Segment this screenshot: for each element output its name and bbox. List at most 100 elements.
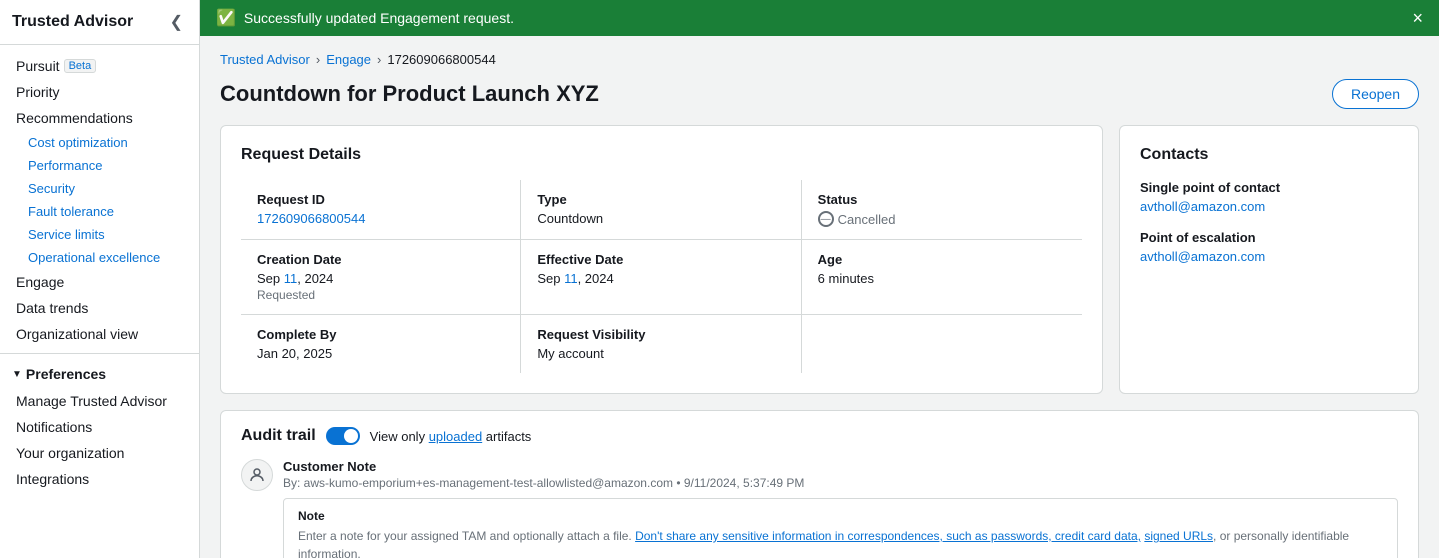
age-label: Age [818,252,1066,267]
sidebar-item-integrations[interactable]: Integrations [0,466,199,492]
effective-date-label: Effective Date [537,252,784,267]
content-area: Trusted Advisor › Engage › 1726090668005… [200,36,1439,558]
page-title: Countdown for Product Launch XYZ [220,81,599,107]
detail-effective-date: Effective Date Sep 11, 2024 [521,240,801,314]
audit-header: Audit trail View only uploaded artifacts [241,427,1398,445]
sidebar-item-performance[interactable]: Performance [0,154,199,177]
request-details-card: Request Details Request ID 1726090668005… [220,125,1103,394]
breadcrumb-trusted-advisor[interactable]: Trusted Advisor [220,52,310,67]
creation-date-value: Sep 11, 2024 [257,271,504,286]
audit-content: Customer Note By: aws-kumo-emporium+es-m… [283,459,1398,558]
contact-escalation-label: Point of escalation [1140,230,1398,245]
detail-status: Status — Cancelled [802,180,1082,239]
sidebar-collapse-button[interactable]: ❮ [166,10,187,34]
creation-date-link[interactable]: 11 [284,271,298,286]
request-id-value: 172609066800544 [257,211,504,226]
sensitive-info-link[interactable]: Don't share any sensitive information in… [635,529,1141,543]
cards-row: Request Details Request ID 1726090668005… [220,125,1419,394]
note-box: Note Enter a note for your assigned TAM … [283,498,1398,558]
sidebar-item-label-your-org: Your organization [16,445,124,461]
sidebar-item-your-organization[interactable]: Your organization [0,440,199,466]
sidebar-item-data-trends[interactable]: Data trends [0,295,199,321]
sidebar-item-manage-trusted-advisor[interactable]: Manage Trusted Advisor [0,388,199,414]
sidebar-title: Trusted Advisor [12,13,133,31]
sidebar-item-priority[interactable]: Priority [0,79,199,105]
contact-escalation-email[interactable]: avtholl@amazon.com [1140,249,1398,264]
contact-single-label: Single point of contact [1140,180,1398,195]
detail-empty [802,315,1082,373]
sidebar-item-label-priority: Priority [16,84,60,100]
breadcrumb-sep-1: › [316,52,320,67]
effective-date-value: Sep 11, 2024 [537,271,784,286]
toggle-knob [344,429,358,443]
age-value: 6 minutes [818,271,1066,286]
type-value: Countdown [537,211,784,226]
banner-message: Successfully updated Engagement request. [244,10,514,26]
sidebar-item-security[interactable]: Security [0,177,199,200]
detail-type: Type Countdown [521,180,801,239]
request-id-label: Request ID [257,192,504,207]
sidebar-divider [0,353,199,354]
chevron-down-icon: ▼ [12,369,22,380]
details-row-3: Complete By Jan 20, 2025 Request Visibil… [241,315,1082,373]
breadcrumb-sep-2: › [377,52,381,67]
audit-filter-text: View only uploaded artifacts [370,429,532,444]
sidebar-header: Trusted Advisor ❮ [0,0,199,45]
sidebar-item-label-organizational-view: Organizational view [16,326,138,342]
request-details-title: Request Details [241,146,1082,164]
sidebar-preferences-label: Preferences [26,366,106,382]
pursuit-badge: Beta [64,59,97,73]
audit-note-title: Customer Note [283,459,1398,474]
complete-by-label: Complete By [257,327,504,342]
sidebar-item-cost-optimization[interactable]: Cost optimization [0,131,199,154]
status-text: Cancelled [838,212,896,227]
sidebar-item-fault-tolerance[interactable]: Fault tolerance [0,200,199,223]
sidebar-item-label-data-trends: Data trends [16,300,88,316]
request-visibility-value: My account [537,346,784,361]
signed-urls-link[interactable]: signed URLs [1144,529,1213,543]
banner-close-button[interactable]: × [1412,9,1423,27]
complete-by-value: Jan 20, 2025 [257,346,504,361]
sidebar-preferences-section[interactable]: ▼ Preferences [0,360,199,388]
status-label: Status [818,192,1066,207]
contact-single-point: Single point of contact avtholl@amazon.c… [1140,180,1398,214]
detail-age: Age 6 minutes [802,240,1082,314]
contacts-title: Contacts [1140,146,1398,164]
sidebar-item-label-manage: Manage Trusted Advisor [16,393,167,409]
detail-request-visibility: Request Visibility My account [521,315,801,373]
status-value: — Cancelled [818,211,1066,227]
effective-date-link[interactable]: 11 [564,271,578,286]
detail-complete-by: Complete By Jan 20, 2025 [241,315,521,373]
creation-date-sub: Requested [257,288,504,302]
note-box-text: Enter a note for your assigned TAM and o… [298,527,1383,558]
sidebar-item-notifications[interactable]: Notifications [0,414,199,440]
sidebar-item-label-notifications: Notifications [16,419,92,435]
sidebar-item-label-recommendations: Recommendations [16,110,133,126]
type-label: Type [537,192,784,207]
success-banner: ✅ Successfully updated Engagement reques… [200,0,1439,36]
main-content: ✅ Successfully updated Engagement reques… [200,0,1439,558]
request-visibility-label: Request Visibility [537,327,784,342]
sidebar-item-organizational-view[interactable]: Organizational view [0,321,199,347]
reopen-button[interactable]: Reopen [1332,79,1419,109]
cancelled-icon: — [818,211,834,227]
request-id-link[interactable]: 172609066800544 [257,211,365,226]
detail-creation-date: Creation Date Sep 11, 2024 Requested [241,240,521,314]
uploaded-artifacts-link[interactable]: uploaded [429,429,483,444]
contact-single-email[interactable]: avtholl@amazon.com [1140,199,1398,214]
sidebar-item-operational-excellence[interactable]: Operational excellence [0,246,199,269]
sidebar-item-engage[interactable]: Engage [0,269,199,295]
page-header: Countdown for Product Launch XYZ Reopen [220,79,1419,109]
audit-toggle[interactable] [326,427,360,445]
success-icon: ✅ [216,8,236,28]
note-box-title: Note [298,509,1383,523]
sidebar: Trusted Advisor ❮ Pursuit Beta Priority … [0,0,200,558]
sidebar-item-recommendations[interactable]: Recommendations [0,105,199,131]
breadcrumb: Trusted Advisor › Engage › 1726090668005… [220,52,1419,67]
sidebar-item-service-limits[interactable]: Service limits [0,223,199,246]
sidebar-nav: Pursuit Beta Priority Recommendations Co… [0,45,199,558]
audit-entry: Customer Note By: aws-kumo-emporium+es-m… [241,459,1398,558]
sidebar-item-pursuit[interactable]: Pursuit Beta [0,53,199,79]
breadcrumb-engage[interactable]: Engage [326,52,371,67]
contact-escalation: Point of escalation avtholl@amazon.com [1140,230,1398,264]
